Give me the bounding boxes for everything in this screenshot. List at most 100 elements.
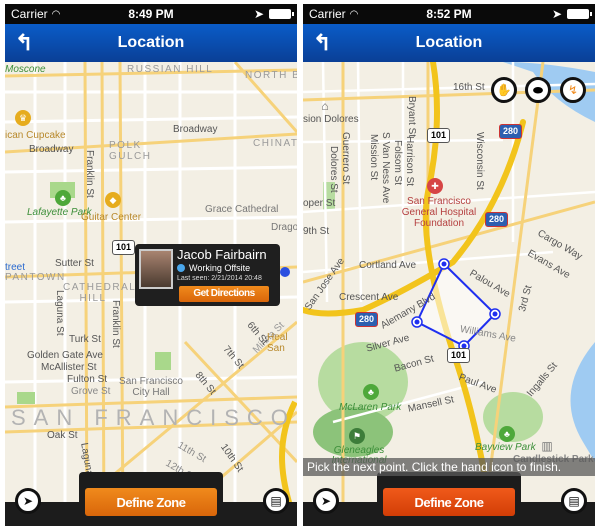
map-label: Bryant St bbox=[406, 96, 417, 138]
map-label: Broadway bbox=[173, 124, 218, 135]
screen-define-zone: Carrier ◠ 8:52 PM ➤ ↰ Location 16th St ⌂… bbox=[303, 4, 595, 526]
map-label: Grove St bbox=[71, 386, 111, 397]
street bbox=[5, 165, 297, 174]
user-status: Working Offsite bbox=[177, 263, 250, 273]
map-label: ican Cupcake bbox=[5, 130, 66, 141]
map-layers-icon[interactable]: ▤ bbox=[561, 488, 587, 514]
map-label: Franklin St bbox=[84, 150, 95, 198]
current-location-icon[interactable]: ➤ bbox=[313, 488, 339, 514]
back-arrow-icon[interactable]: ↰ bbox=[313, 30, 339, 56]
nav-bar: ↰ Location bbox=[303, 24, 595, 62]
map-label: NORTH BEACH bbox=[245, 70, 297, 81]
map-label: McAllister St bbox=[41, 362, 97, 373]
map-label: Folsom St bbox=[392, 140, 403, 186]
park bbox=[17, 392, 35, 404]
map-label: Heal San bbox=[267, 332, 288, 354]
map-label: Fulton St bbox=[67, 374, 108, 385]
zone-vertex-dot bbox=[492, 311, 498, 317]
polyline-icon[interactable]: ↯ bbox=[560, 77, 586, 103]
map-label: oper St bbox=[303, 198, 336, 209]
carrier-label: Carrier bbox=[309, 7, 346, 21]
hand-icon[interactable]: ✋ bbox=[491, 77, 517, 103]
back-arrow-icon[interactable]: ↰ bbox=[15, 30, 41, 56]
street bbox=[5, 115, 297, 124]
interstate-280-shield: 280 bbox=[355, 312, 379, 327]
nav-bar: ↰ Location bbox=[5, 24, 297, 62]
user-name: Jacob Fairbairn bbox=[177, 247, 267, 262]
map-label: Dolores St bbox=[328, 146, 339, 193]
highway-101-shield: 101 bbox=[427, 128, 451, 143]
map-label: CHINATO bbox=[253, 138, 297, 149]
map-label: sion Dolores bbox=[303, 114, 359, 125]
eraser-icon[interactable]: ⬬ bbox=[525, 77, 551, 103]
last-seen: Last seen: 2/21/2014 20:48 bbox=[177, 275, 262, 282]
zone-vertex-dot bbox=[414, 319, 420, 325]
status-bar: Carrier ◠ 8:49 PM ➤ bbox=[5, 4, 297, 24]
shop-pin-icon[interactable]: ◆ bbox=[105, 192, 121, 208]
map-label: 16th St bbox=[453, 82, 485, 93]
map-label: Mission St bbox=[368, 134, 379, 181]
bakery-pin-icon[interactable]: ♛ bbox=[15, 110, 31, 126]
map-view[interactable]: 16th St ⌂ sion Dolores Bryant St Guerrer… bbox=[303, 62, 595, 526]
highway-101-shield: 101 bbox=[447, 348, 471, 363]
map-label: Crescent Ave bbox=[339, 292, 399, 303]
map-label: Franklin St bbox=[110, 300, 121, 348]
battery-icon bbox=[567, 9, 592, 19]
location-services-icon: ➤ bbox=[253, 7, 264, 21]
carrier-label: Carrier bbox=[11, 7, 48, 21]
map-label: 9th St bbox=[303, 226, 330, 237]
map-layers-icon[interactable]: ▤ bbox=[263, 488, 289, 514]
map-label: Broadway bbox=[29, 144, 74, 155]
map-label: Cortland Ave bbox=[359, 260, 417, 271]
map-label: Golden Gate Ave bbox=[27, 350, 103, 361]
park-pin-icon[interactable]: ♣ bbox=[55, 190, 71, 206]
status-dot-icon bbox=[177, 264, 185, 272]
map-label: San Francisco City Hall bbox=[119, 376, 183, 398]
map-label: Laguna St bbox=[54, 290, 65, 336]
landmark-icon: ⌂ bbox=[321, 99, 329, 113]
location-services-icon: ➤ bbox=[551, 7, 562, 21]
map-label: Bayview Park bbox=[475, 442, 536, 453]
status-text: Working Offsite bbox=[189, 263, 251, 273]
user-location-dot bbox=[280, 267, 290, 277]
current-location-icon[interactable]: ➤ bbox=[15, 488, 41, 514]
get-directions-button[interactable]: Get Directions bbox=[179, 286, 269, 302]
page-title: Location bbox=[415, 34, 483, 51]
stadium-icon: ▥ bbox=[541, 439, 553, 453]
page-title: Location bbox=[117, 34, 185, 51]
hospital-pin-icon[interactable]: ✚ bbox=[427, 178, 443, 194]
water bbox=[570, 342, 595, 462]
wifi-icon: ◠ bbox=[349, 8, 359, 20]
park-pin-icon[interactable]: ♣ bbox=[363, 384, 379, 400]
avatar bbox=[139, 249, 173, 289]
interstate-280-shield: 280 bbox=[499, 124, 523, 139]
map-label: Harrison St bbox=[404, 136, 415, 187]
map-label: PANTOWN bbox=[5, 272, 66, 283]
map-label: San Francisco General Hospital Foundatio… bbox=[401, 196, 477, 229]
map-label: Oak St bbox=[47, 430, 78, 441]
map-label: Dragon bbox=[271, 222, 297, 233]
define-zone-button[interactable]: Define Zone bbox=[85, 488, 217, 516]
city-label: SAN FRANCISCO bbox=[11, 405, 296, 430]
map-label: RUSSIAN HILL bbox=[127, 64, 214, 75]
interstate-280-shield: 280 bbox=[485, 212, 509, 227]
map-label: Turk St bbox=[69, 334, 101, 345]
map-label: S Van Ness Ave bbox=[380, 132, 391, 204]
park-pin-icon[interactable]: ♣ bbox=[499, 426, 515, 442]
park bbox=[155, 352, 171, 370]
zone-vertex-dot bbox=[441, 261, 447, 267]
battery-icon bbox=[269, 9, 294, 19]
map-label: POLK GULCH bbox=[109, 140, 152, 162]
define-zone-button[interactable]: Define Zone bbox=[383, 488, 515, 516]
instruction-banner: Pick the next point. Click the hand icon… bbox=[303, 458, 595, 476]
highway-101-shield: 101 bbox=[112, 240, 136, 255]
screen-location-map: Carrier ◠ 8:49 PM ➤ ↰ Location Moscone R… bbox=[5, 4, 297, 526]
status-bar: Carrier ◠ 8:52 PM ➤ bbox=[303, 4, 595, 24]
map-label: Guerrero St bbox=[340, 132, 351, 185]
map-label: McLaren Park bbox=[339, 402, 402, 413]
golf-pin-icon[interactable]: ⚑ bbox=[349, 428, 365, 444]
map-label: Guitar Center bbox=[81, 212, 142, 223]
user-callout[interactable]: Jacob Fairbairn Working Offsite Last see… bbox=[135, 244, 280, 306]
map-label: Grace Cathedral bbox=[205, 204, 279, 215]
map-label: Moscone bbox=[5, 64, 46, 75]
